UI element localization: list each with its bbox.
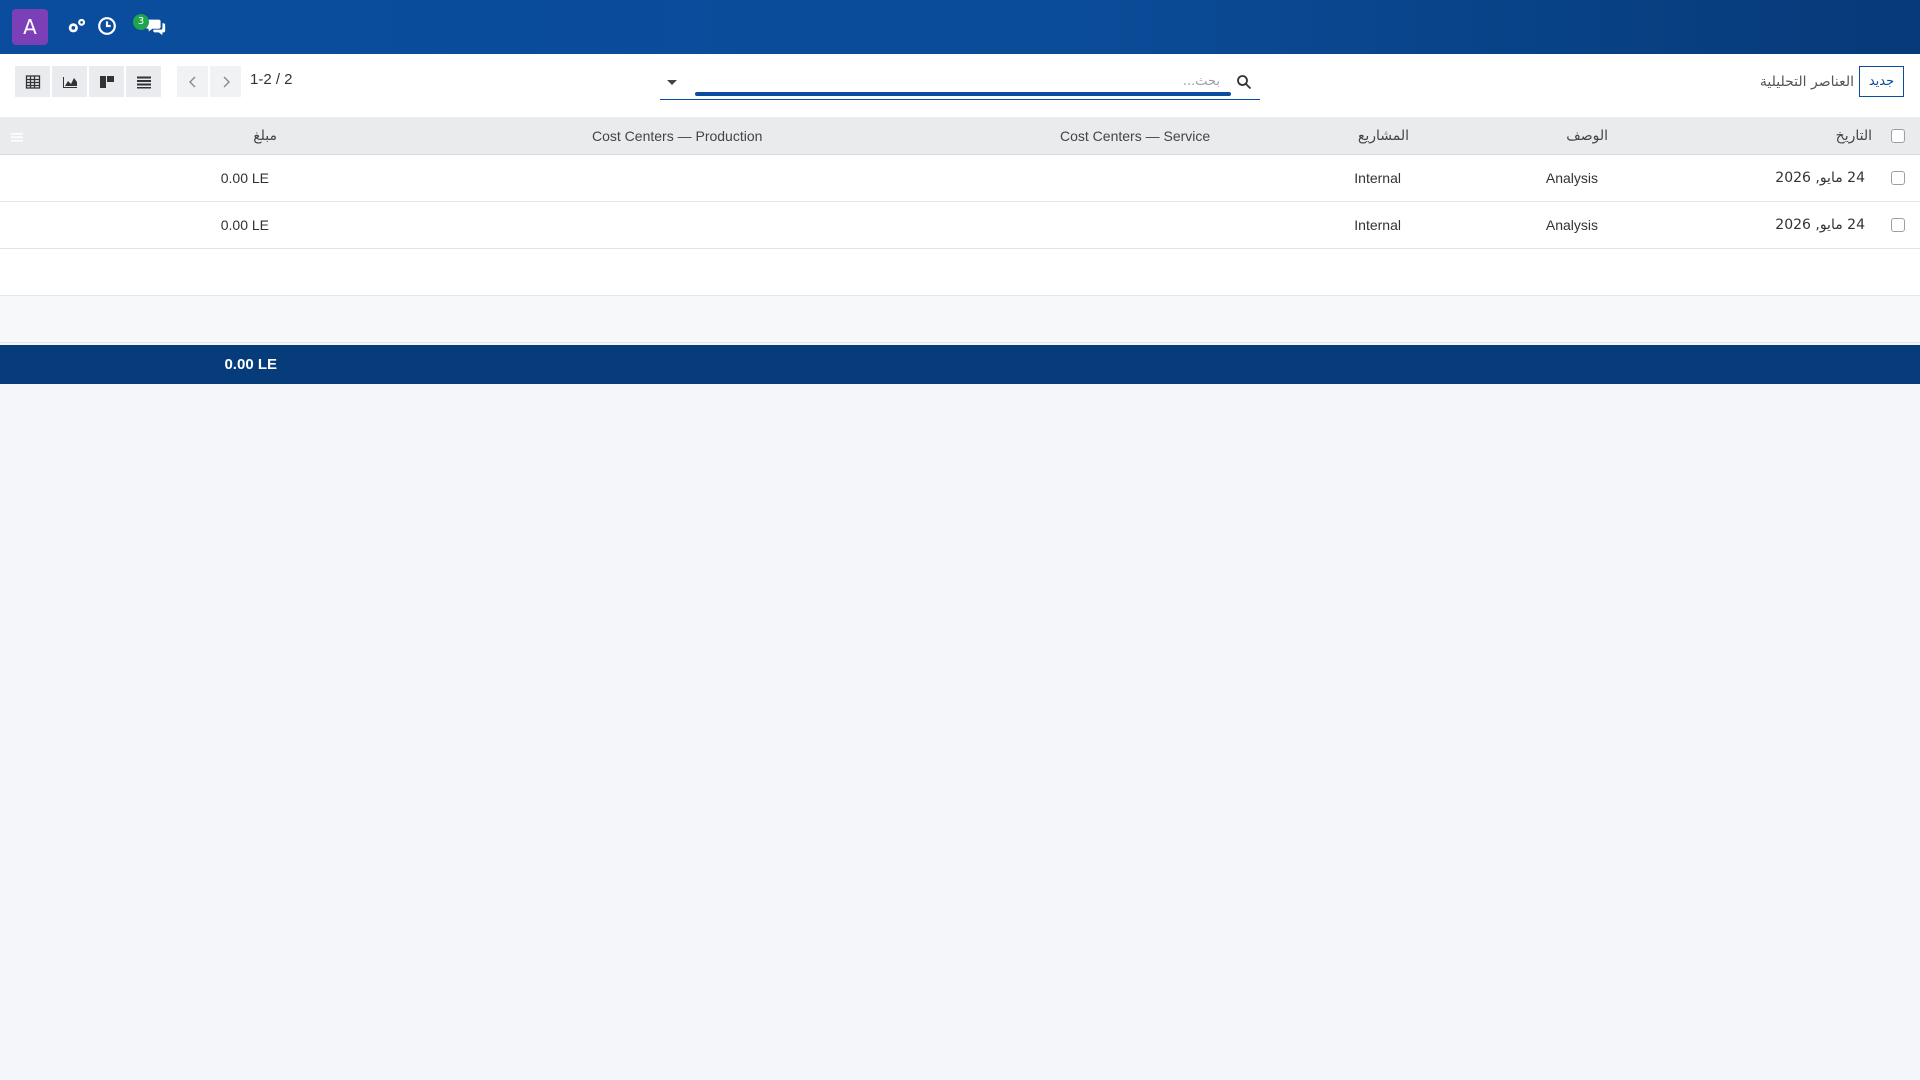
row-checkbox[interactable] [1891, 202, 1905, 248]
pager-value[interactable]: 1-2 / 2 [250, 71, 293, 88]
row-checkbox[interactable] [1891, 155, 1905, 201]
list-table: مبلغ Cost Centers — Production Cost Cent… [0, 117, 1920, 343]
kanban-view-button[interactable] [89, 66, 124, 97]
pager-next-button[interactable] [210, 66, 241, 97]
list-view-button[interactable] [126, 66, 161, 97]
settings-icon[interactable] [66, 15, 88, 37]
graph-view-button[interactable] [52, 66, 87, 97]
select-all-checkbox[interactable] [1891, 117, 1905, 154]
search-options-toggle[interactable] [660, 70, 684, 94]
cell-project: Internal [1354, 217, 1401, 233]
column-header-cc-production[interactable]: Cost Centers — Production [592, 117, 762, 154]
search-bar [660, 66, 1260, 100]
clock-icon[interactable] [96, 15, 118, 37]
column-header-description[interactable]: الوصف [1566, 117, 1608, 154]
total-amount: 0.00 LE [224, 356, 277, 373]
messages-count-badge: 3 [133, 14, 149, 30]
cell-amount: 0.00 LE [220, 170, 269, 186]
user-avatar[interactable]: A [12, 9, 48, 45]
cell-date: 24 مايو, 2026 [1775, 217, 1865, 233]
column-header-amount[interactable]: مبلغ [253, 117, 277, 154]
search-icon[interactable] [1236, 74, 1252, 90]
empty-row [0, 296, 1920, 343]
table-header-row: مبلغ Cost Centers — Production Cost Cent… [0, 117, 1920, 155]
pager-previous-button[interactable] [177, 66, 208, 97]
search-input[interactable] [695, 68, 1220, 94]
pager-navigation [177, 66, 241, 97]
cell-amount: 0.00 LE [220, 217, 269, 233]
cell-date: 24 مايو, 2026 [1775, 170, 1865, 186]
page-title: العناصر التحليلية [1759, 74, 1854, 90]
view-switcher [15, 66, 161, 97]
table-footer-totals: 0.00 LE [0, 345, 1920, 384]
new-record-button[interactable]: جديد [1859, 66, 1904, 97]
control-panel: 1-2 / 2 العناصر التحليلية جديد [0, 54, 1920, 117]
cell-description: Analysis [1545, 170, 1598, 186]
table-row[interactable]: 0.00 LE Internal Analysis 24 مايو, 2026 [0, 202, 1920, 249]
column-header-cc-service[interactable]: Cost Centers — Service [1060, 117, 1210, 154]
search-focus-underline [695, 92, 1231, 96]
top-navbar: A 3 [0, 0, 1920, 54]
column-header-date[interactable]: التاريخ [1836, 117, 1872, 154]
empty-row [0, 249, 1920, 296]
column-header-projects[interactable]: المشاريع [1358, 117, 1409, 154]
table-row[interactable]: 0.00 LE Internal Analysis 24 مايو, 2026 [0, 155, 1920, 202]
column-options-icon[interactable] [10, 129, 24, 143]
cell-project: Internal [1354, 170, 1401, 186]
pivot-view-button[interactable] [15, 66, 50, 97]
cell-description: Analysis [1545, 217, 1598, 233]
